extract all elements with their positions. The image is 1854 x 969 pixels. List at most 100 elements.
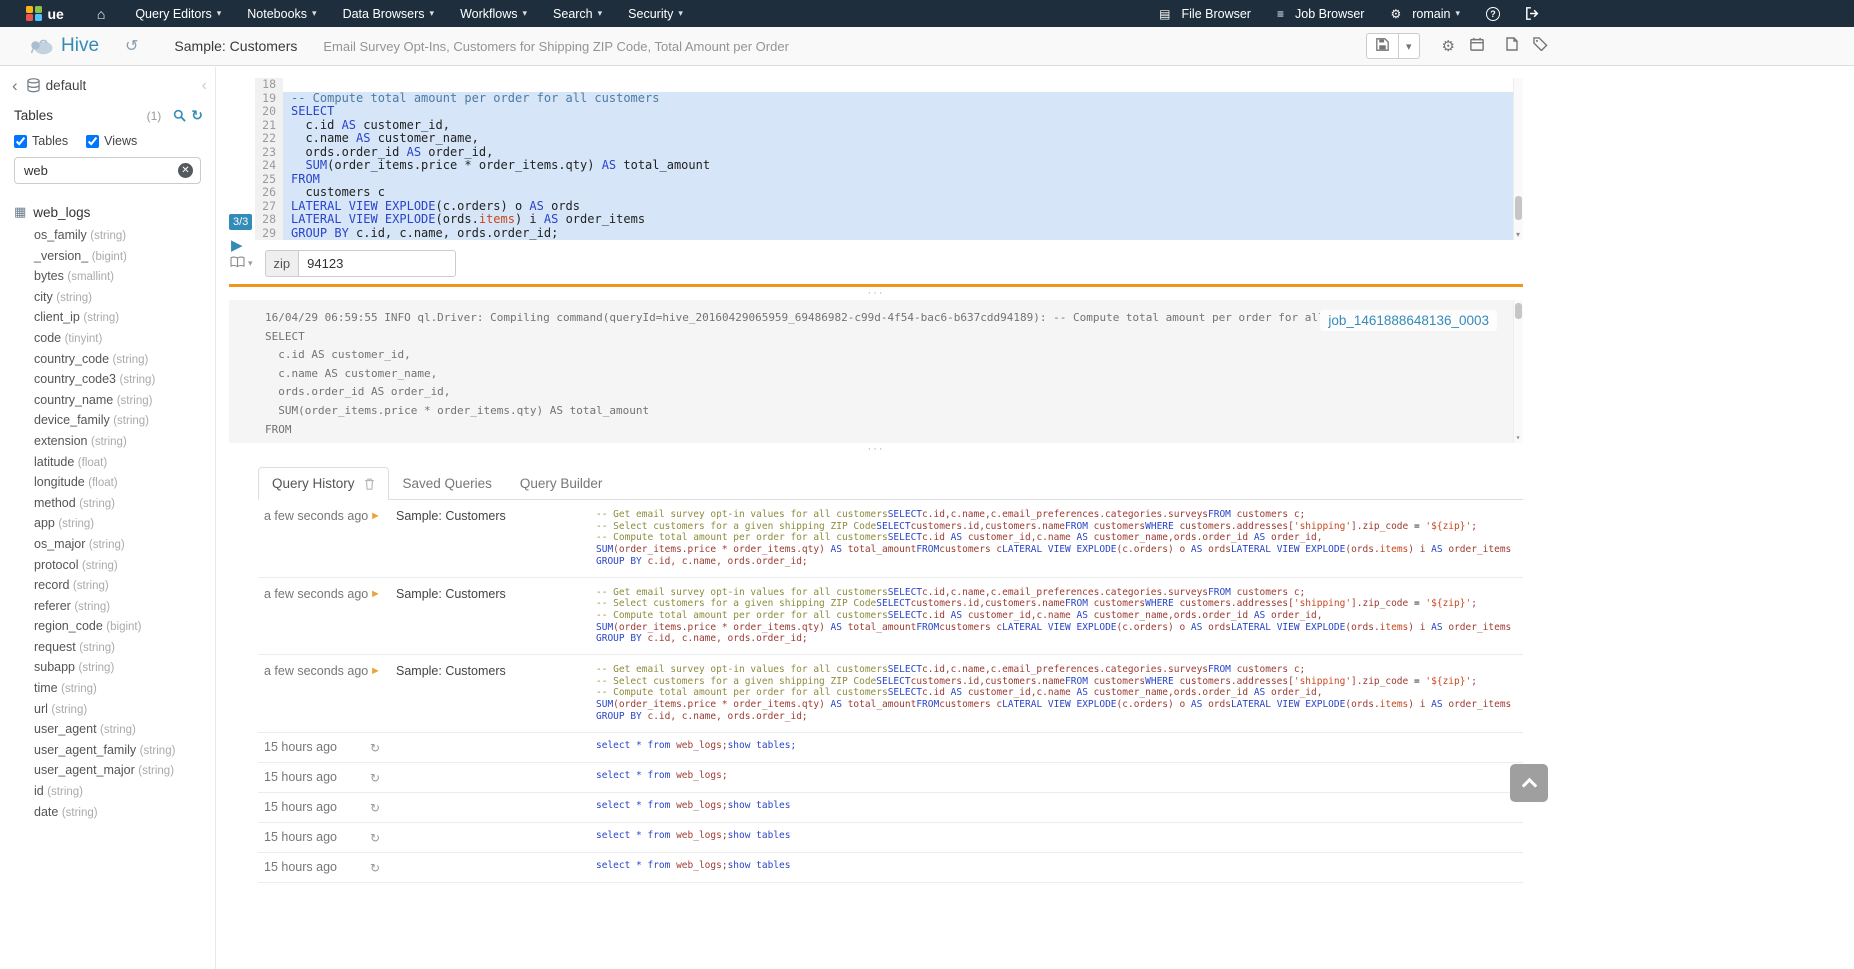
history-row[interactable]: 15 hours ago↻select * from web_logs;show… xyxy=(258,823,1523,853)
schedule-button[interactable] xyxy=(1470,37,1484,55)
editor-line[interactable]: 21 c.id AS customer_id, xyxy=(255,119,1523,133)
query-history-icon[interactable]: ↺ xyxy=(125,36,138,56)
column-item[interactable]: subapp (string) xyxy=(0,658,215,679)
help-button[interactable]: ? xyxy=(1473,2,1513,26)
history-row[interactable]: 15 hours ago↻select * from web_logs; xyxy=(258,763,1523,793)
tab-saved-queries[interactable]: Saved Queries xyxy=(389,467,506,500)
history-row[interactable]: a few seconds ago►Sample: Customers-- Ge… xyxy=(258,578,1523,656)
column-item[interactable]: region_code (bigint) xyxy=(0,617,215,638)
history-row[interactable]: 15 hours ago↻select * from web_logs;show… xyxy=(258,733,1523,763)
collapse-assist-icon[interactable]: ‹ xyxy=(202,79,207,93)
job-link[interactable]: job_1461888648136_0003 xyxy=(1320,310,1497,331)
column-item[interactable]: request (string) xyxy=(0,638,215,659)
editor-line[interactable]: 23 ords.order_id AS order_id, xyxy=(255,146,1523,160)
column-item[interactable]: country_code (string) xyxy=(0,350,215,371)
editor-line[interactable]: 25FROM xyxy=(255,173,1523,187)
column-item[interactable]: latitude (float) xyxy=(0,453,215,474)
app-name[interactable]: Hive xyxy=(61,35,99,57)
editor-line[interactable]: 20SELECT xyxy=(255,105,1523,119)
column-item[interactable]: longitude (float) xyxy=(0,473,215,494)
history-query-name[interactable]: Sample: Customers xyxy=(396,509,596,523)
table-item[interactable]: ▦ web_logs xyxy=(0,190,215,223)
home-button[interactable]: ⌂ xyxy=(80,6,122,22)
search-icon[interactable] xyxy=(173,109,186,122)
column-item[interactable]: method (string) xyxy=(0,494,215,515)
scrollbar-down-icon[interactable]: ▾ xyxy=(1513,433,1523,443)
back-icon[interactable]: ‹ xyxy=(12,79,18,93)
tags-button[interactable] xyxy=(1533,37,1548,55)
column-item[interactable]: user_agent_major (string) xyxy=(0,761,215,782)
file-browser-link[interactable]: ▤File Browser xyxy=(1146,2,1264,26)
column-item[interactable]: user_agent (string) xyxy=(0,720,215,741)
tables-checkbox[interactable] xyxy=(14,135,27,148)
new-document-button[interactable] xyxy=(1506,37,1518,55)
column-item[interactable]: _version_ (bigint) xyxy=(0,247,215,268)
column-item[interactable]: bytes (smallint) xyxy=(0,267,215,288)
execute-button[interactable]: ▶ xyxy=(231,236,243,254)
menu-search[interactable]: Search▾ xyxy=(540,2,615,26)
history-row[interactable]: 15 hours ago↻select * from web_logs;show… xyxy=(258,793,1523,823)
column-item[interactable]: os_family (string) xyxy=(0,226,215,247)
settings-button[interactable]: ⚙ xyxy=(1442,37,1455,55)
clear-history-icon[interactable] xyxy=(364,478,375,490)
column-item[interactable]: os_major (string) xyxy=(0,535,215,556)
column-item[interactable]: time (string) xyxy=(0,679,215,700)
column-item[interactable]: referer (string) xyxy=(0,597,215,618)
docs-toggle[interactable]: ▾ xyxy=(230,255,253,273)
save-button[interactable] xyxy=(1366,33,1399,59)
menu-security[interactable]: Security▾ xyxy=(615,2,696,26)
editor-line[interactable]: 24 SUM(order_items.price * order_items.q… xyxy=(255,159,1523,173)
statement-counter[interactable]: 3/3 xyxy=(229,214,252,230)
code-editor[interactable]: 1819-- Compute total amount per order fo… xyxy=(255,78,1523,240)
menu-workflows[interactable]: Workflows▾ xyxy=(447,2,540,26)
scroll-to-top-button[interactable] xyxy=(1510,764,1548,802)
column-item[interactable]: url (string) xyxy=(0,700,215,721)
history-row[interactable]: a few seconds ago►Sample: Customers-- Ge… xyxy=(258,655,1523,733)
column-item[interactable]: code (tinyint) xyxy=(0,329,215,350)
query-title[interactable]: Sample: Customers xyxy=(174,38,297,54)
table-search-input[interactable] xyxy=(14,157,201,184)
editor-line[interactable]: 26 customers c xyxy=(255,186,1523,200)
column-item[interactable]: user_agent_family (string) xyxy=(0,741,215,762)
column-item[interactable]: client_ip (string) xyxy=(0,308,215,329)
column-item[interactable]: id (string) xyxy=(0,782,215,803)
tab-query-builder[interactable]: Query Builder xyxy=(506,467,617,500)
column-item[interactable]: date (string) xyxy=(0,803,215,824)
editor-line[interactable]: 18 xyxy=(255,78,1523,92)
views-checkbox-label[interactable]: Views xyxy=(86,134,137,148)
column-item[interactable]: city (string) xyxy=(0,288,215,309)
refresh-icon[interactable]: ↻ xyxy=(191,107,203,124)
variable-input[interactable] xyxy=(298,250,456,277)
scrollbar-down-icon[interactable]: ▾ xyxy=(1513,230,1523,240)
column-item[interactable]: protocol (string) xyxy=(0,556,215,577)
column-item[interactable]: extension (string) xyxy=(0,432,215,453)
romain-link[interactable]: ⚙romain▾ xyxy=(1377,2,1473,26)
log-scrollbar[interactable]: ▾ xyxy=(1513,300,1523,443)
column-item[interactable]: record (string) xyxy=(0,576,215,597)
column-item[interactable]: app (string) xyxy=(0,514,215,535)
menu-query-editors[interactable]: Query Editors▾ xyxy=(122,2,234,26)
job-browser-link[interactable]: ≡Job Browser xyxy=(1264,2,1378,26)
editor-line[interactable]: 22 c.name AS customer_name, xyxy=(255,132,1523,146)
history-query-name[interactable]: Sample: Customers xyxy=(396,664,596,678)
clear-search-icon[interactable]: ✕ xyxy=(178,163,193,178)
column-item[interactable]: country_code3 (string) xyxy=(0,370,215,391)
resize-handle-top[interactable]: ··· xyxy=(229,289,1523,298)
history-query-name[interactable]: Sample: Customers xyxy=(396,587,596,601)
sign-out-button[interactable] xyxy=(1513,2,1558,25)
editor-line[interactable]: 19-- Compute total amount per order for … xyxy=(255,92,1523,106)
hue-logo[interactable]: ue xyxy=(0,6,80,22)
column-item[interactable]: country_name (string) xyxy=(0,391,215,412)
history-row[interactable]: a few seconds ago►Sample: Customers-- Ge… xyxy=(258,500,1523,578)
tab-query-history[interactable]: Query History xyxy=(258,467,389,500)
menu-data-browsers[interactable]: Data Browsers▾ xyxy=(330,2,448,26)
log-panel[interactable]: job_1461888648136_0003 16/04/29 06:59:55… xyxy=(229,300,1523,443)
resize-handle-bottom[interactable]: ··· xyxy=(229,445,1523,454)
views-checkbox[interactable] xyxy=(86,135,99,148)
history-row[interactable]: 15 hours ago↻select * from web_logs;show… xyxy=(258,853,1523,883)
editor-line[interactable]: 27LATERAL VIEW EXPLODE(c.orders) o AS or… xyxy=(255,200,1523,214)
menu-notebooks[interactable]: Notebooks▾ xyxy=(234,2,329,26)
editor-line[interactable]: 29GROUP BY c.id, c.name, ords.order_id; xyxy=(255,227,1523,241)
column-item[interactable]: device_family (string) xyxy=(0,411,215,432)
editor-line[interactable]: 28LATERAL VIEW EXPLODE(ords.items) i AS … xyxy=(255,213,1523,227)
